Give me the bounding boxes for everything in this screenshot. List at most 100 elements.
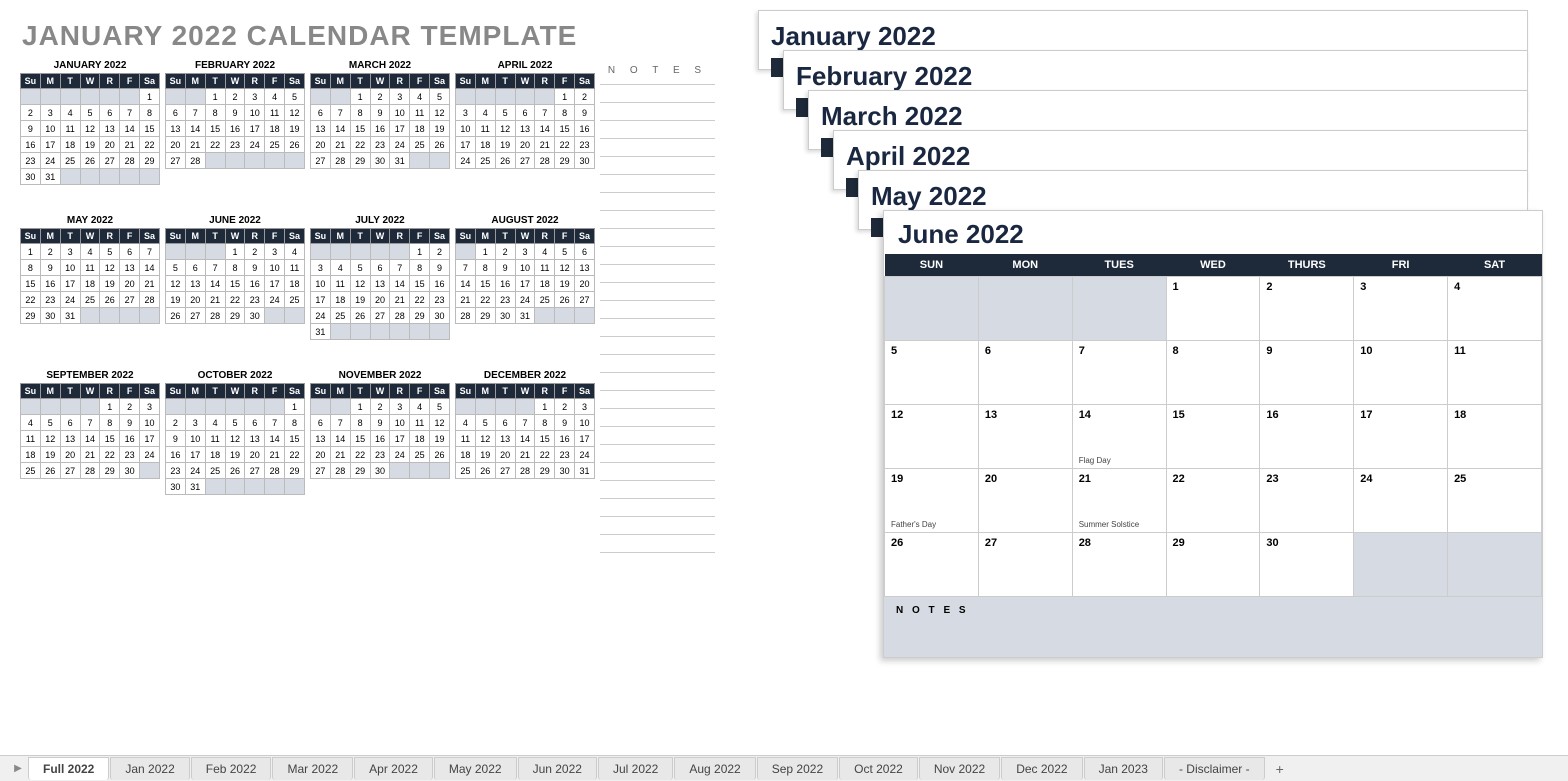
notes-line[interactable]	[600, 535, 715, 553]
notes-line[interactable]	[600, 355, 715, 373]
mini-day-cell: 9	[370, 415, 390, 431]
sheet-tab[interactable]: Sep 2022	[757, 757, 838, 780]
sheet-tab[interactable]: Jul 2022	[598, 757, 673, 780]
notes-line[interactable]	[600, 139, 715, 157]
mini-day-cell: 21	[205, 292, 225, 308]
mini-month: SEPTEMBER 2022SuMTWRFSa12345678910111213…	[20, 370, 160, 495]
notes-line[interactable]	[600, 229, 715, 247]
big-day-cell[interactable]: 17	[1354, 405, 1448, 469]
add-sheet-button[interactable]: +	[1266, 759, 1294, 779]
big-day-cell[interactable]: 10	[1354, 341, 1448, 405]
notes-line[interactable]	[600, 283, 715, 301]
notes-line[interactable]	[600, 175, 715, 193]
sheet-tab[interactable]: Jan 2023	[1084, 757, 1163, 780]
big-day-cell[interactable]: 18	[1448, 405, 1542, 469]
mini-month-title: OCTOBER 2022	[165, 370, 305, 381]
mini-day-cell	[245, 399, 265, 415]
mini-day-cell: 11	[60, 121, 80, 137]
big-day-cell[interactable]: 15	[1166, 405, 1260, 469]
sheet-tab[interactable]: Dec 2022	[1001, 757, 1082, 780]
notes-line[interactable]	[600, 517, 715, 535]
big-day-cell[interactable]: 11	[1448, 341, 1542, 405]
sheet-tab[interactable]: Feb 2022	[191, 757, 272, 780]
big-day-cell[interactable]: 5	[885, 341, 979, 405]
big-day-cell[interactable]	[1448, 533, 1542, 597]
big-notes-section[interactable]: N O T E S	[884, 597, 1542, 657]
mini-day-cell: 28	[265, 463, 285, 479]
mini-day-cell: 27	[100, 153, 120, 169]
notes-line[interactable]	[600, 157, 715, 175]
big-day-cell[interactable]	[1072, 277, 1166, 341]
notes-line[interactable]	[600, 499, 715, 517]
big-day-cell[interactable]: 20	[978, 469, 1072, 533]
big-day-cell[interactable]	[978, 277, 1072, 341]
mini-day-cell: 2	[21, 105, 41, 121]
notes-line[interactable]	[600, 121, 715, 139]
sheet-tab[interactable]: Aug 2022	[674, 757, 755, 780]
big-day-cell[interactable]: 27	[978, 533, 1072, 597]
mini-day-cell: 4	[21, 415, 41, 431]
sheet-tab[interactable]: Nov 2022	[919, 757, 1000, 780]
big-day-cell[interactable]: 29	[1166, 533, 1260, 597]
big-day-cell[interactable]: 26	[885, 533, 979, 597]
big-day-cell[interactable]: 3	[1354, 277, 1448, 341]
big-day-cell[interactable]: 14Flag Day	[1072, 405, 1166, 469]
notes-line[interactable]	[600, 301, 715, 319]
sheet-tab[interactable]: Apr 2022	[354, 757, 433, 780]
big-day-cell[interactable]: 6	[978, 341, 1072, 405]
sheet-tab[interactable]: Jun 2022	[518, 757, 597, 780]
mini-day-cell: 17	[311, 292, 331, 308]
notes-line[interactable]	[600, 409, 715, 427]
notes-line[interactable]	[600, 103, 715, 121]
big-day-cell[interactable]: 4	[1448, 277, 1542, 341]
big-day-cell[interactable]: 19Father's Day	[885, 469, 979, 533]
mini-day-cell: 13	[100, 121, 120, 137]
big-day-cell[interactable]: 22	[1166, 469, 1260, 533]
notes-line[interactable]	[600, 373, 715, 391]
mini-day-cell: 15	[205, 121, 225, 137]
notes-line[interactable]	[600, 337, 715, 355]
mini-day-cell	[205, 153, 225, 169]
big-day-cell[interactable]: 9	[1260, 341, 1354, 405]
mini-day-cell: 30	[166, 479, 186, 495]
tab-prev-icon[interactable]: ▶	[8, 763, 28, 774]
big-day-cell[interactable]: 16	[1260, 405, 1354, 469]
notes-line[interactable]	[600, 247, 715, 265]
notes-line[interactable]	[600, 193, 715, 211]
sheet-tab[interactable]: Jan 2022	[110, 757, 189, 780]
mini-day-cell: 28	[205, 308, 225, 324]
notes-line[interactable]	[600, 445, 715, 463]
sheet-tab[interactable]: Full 2022	[28, 757, 109, 780]
big-day-cell[interactable]: 12	[885, 405, 979, 469]
sheet-tab[interactable]: May 2022	[434, 757, 517, 780]
notes-line[interactable]	[600, 211, 715, 229]
notes-line[interactable]	[600, 391, 715, 409]
notes-line[interactable]	[600, 463, 715, 481]
big-day-cell[interactable]: 24	[1354, 469, 1448, 533]
big-day-cell[interactable]: 21Summer Solstice	[1072, 469, 1166, 533]
day-header: T	[60, 384, 80, 399]
big-day-cell[interactable]: 25	[1448, 469, 1542, 533]
big-day-cell[interactable]: 23	[1260, 469, 1354, 533]
sheet-tab[interactable]: Mar 2022	[272, 757, 353, 780]
big-day-cell[interactable]: 28	[1072, 533, 1166, 597]
notes-line[interactable]	[600, 319, 715, 337]
notes-line[interactable]	[600, 85, 715, 103]
big-day-cell[interactable]: 8	[1166, 341, 1260, 405]
big-day-cell[interactable]: 13	[978, 405, 1072, 469]
mini-day-cell: 20	[185, 292, 205, 308]
big-day-cell[interactable]: 2	[1260, 277, 1354, 341]
big-day-cell[interactable]: 1	[1166, 277, 1260, 341]
sheet-tab[interactable]: - Disclaimer -	[1164, 757, 1265, 780]
big-day-header: THURS	[1260, 254, 1354, 277]
big-day-cell[interactable]	[1354, 533, 1448, 597]
big-day-cell[interactable]	[885, 277, 979, 341]
notes-line[interactable]	[600, 427, 715, 445]
notes-line[interactable]	[600, 265, 715, 283]
notes-line[interactable]	[600, 481, 715, 499]
sheet-tab[interactable]: Oct 2022	[839, 757, 918, 780]
big-day-cell[interactable]: 30	[1260, 533, 1354, 597]
big-day-cell[interactable]: 7	[1072, 341, 1166, 405]
mini-day-cell: 7	[535, 105, 555, 121]
mini-day-cell	[21, 89, 41, 105]
